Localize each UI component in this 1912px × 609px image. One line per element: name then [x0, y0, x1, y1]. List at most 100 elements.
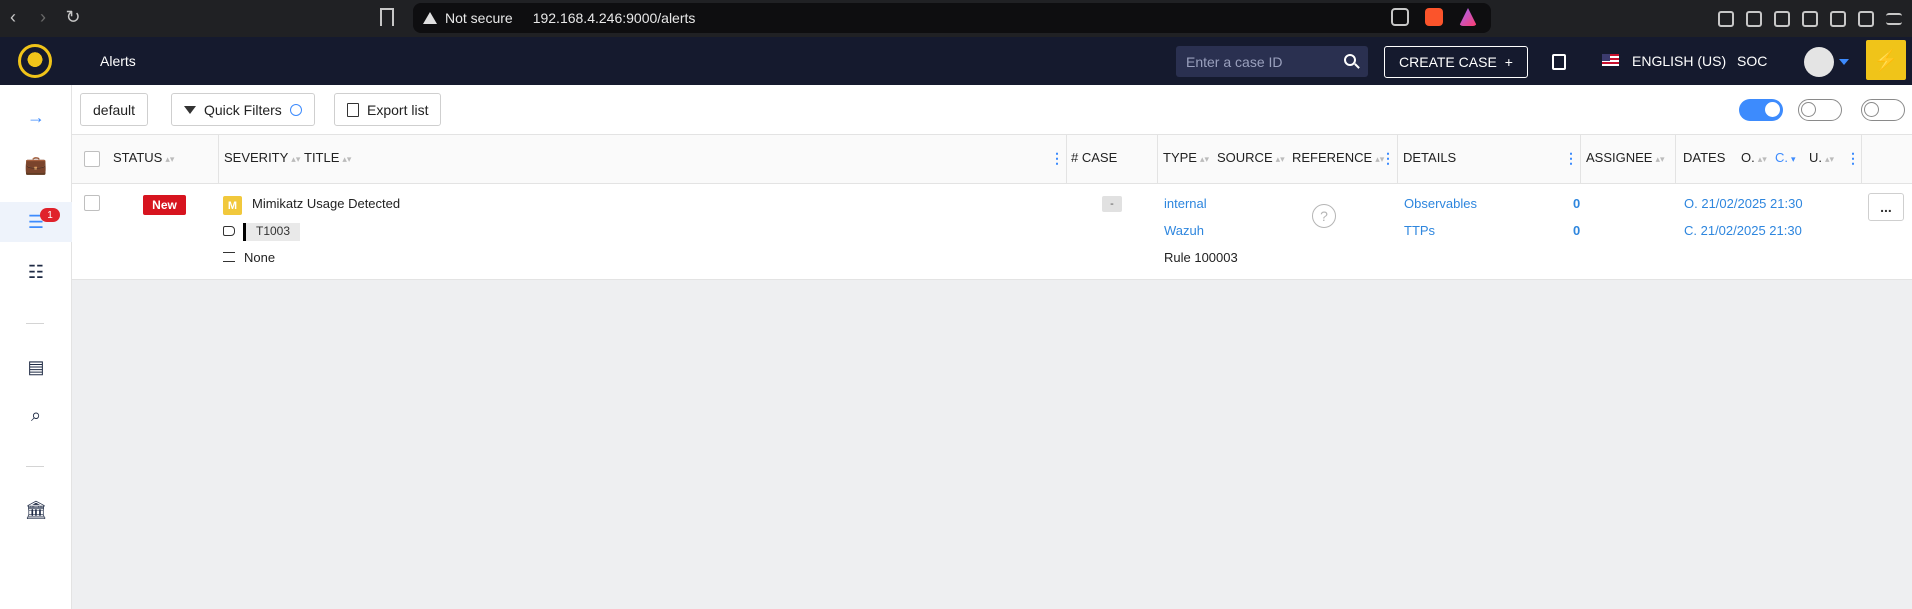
toggle-knob: [1801, 102, 1816, 117]
create-case-label: CREATE CASE: [1399, 54, 1497, 70]
vpn-icon[interactable]: [1858, 10, 1874, 27]
severity-badge: M: [223, 196, 242, 215]
auto-refresh-toggle[interactable]: [1739, 99, 1783, 121]
column-dates: DATES: [1683, 150, 1726, 165]
address-bar[interactable]: Not secure 192.168.4.246:9000/alerts: [413, 3, 1491, 33]
arrow-right-icon: →: [27, 106, 45, 127]
page-title: Alerts: [100, 53, 136, 69]
row-checkbox[interactable]: [84, 195, 100, 211]
observables-link[interactable]: Observables: [1404, 196, 1477, 211]
column-assignee[interactable]: ASSIGNEE ▴▾: [1586, 150, 1665, 165]
unassigned-icon[interactable]: ?: [1312, 204, 1336, 228]
reload-icon[interactable]: ↻: [60, 7, 86, 28]
wallet-icon[interactable]: [1802, 10, 1818, 27]
sidebar-toggle-icon[interactable]: [1774, 10, 1790, 27]
column-menu-icon[interactable]: ⋮: [1564, 150, 1578, 167]
filter-panel-toggle[interactable]: [1861, 99, 1905, 121]
column-details[interactable]: DETAILS: [1403, 150, 1456, 165]
language-selector[interactable]: ENGLISH (US): [1632, 53, 1726, 69]
plus-icon: +: [1504, 54, 1513, 70]
tag-pill[interactable]: T1003: [243, 223, 301, 241]
brave-shields-icon[interactable]: [1425, 8, 1443, 26]
table-row[interactable]: New M Mimikatz Usage Detected T1003 None…: [72, 184, 1912, 280]
sidebar-item-alerts[interactable]: ☰ 1: [0, 202, 72, 242]
column-dates-updated[interactable]: U. ▴▾: [1809, 150, 1834, 165]
documentation-icon[interactable]: [1552, 54, 1566, 70]
warning-icon: [423, 12, 437, 24]
row-actions-button[interactable]: ...: [1868, 193, 1904, 221]
column-status[interactable]: STATUS ▴▾: [113, 150, 174, 165]
filter-preset-button[interactable]: default: [80, 93, 149, 126]
ttps-count[interactable]: 0: [1573, 223, 1580, 238]
column-type[interactable]: TYPE ▴▾: [1163, 150, 1209, 165]
security-label: Not secure: [445, 10, 513, 26]
sidebar: → 💼 ☰ 1 ☷ ▤ ⌕ 🏛: [0, 85, 72, 609]
url-text: 192.168.4.246:9000/alerts: [532, 10, 696, 26]
app-header: [0, 37, 1912, 85]
chevron-down-icon: [289, 103, 302, 116]
tag-icon: [223, 226, 235, 236]
forward-icon[interactable]: ›: [30, 7, 56, 28]
quick-filters-button[interactable]: Quick Filters: [171, 93, 315, 126]
column-title[interactable]: TITLE ▴▾: [304, 150, 351, 165]
column-dates-created[interactable]: C. ▾: [1775, 150, 1796, 165]
alert-source[interactable]: Wazuh: [1164, 223, 1204, 238]
alert-title[interactable]: Mimikatz Usage Detected: [252, 196, 400, 211]
case-search: [1176, 46, 1368, 77]
search-icon: ⌕: [30, 404, 42, 425]
extensions-icon[interactable]: [1718, 10, 1734, 27]
column-dates-occurred[interactable]: O. ▴▾: [1741, 150, 1767, 165]
sidebar-divider: [26, 323, 44, 324]
briefcase-icon: 💼: [24, 154, 48, 175]
occurred-date: O. 21/02/2025 21:30: [1684, 196, 1803, 211]
tasks-icon: ☷: [27, 261, 45, 282]
case-id-input[interactable]: [1186, 53, 1336, 70]
music-icon[interactable]: [1746, 10, 1762, 27]
leo-ai-icon[interactable]: [1830, 10, 1846, 27]
create-case-button[interactable]: CREATE CASE +: [1384, 46, 1528, 78]
chevron-down-icon[interactable]: [1839, 59, 1849, 65]
column-menu-icon[interactable]: ⋮: [1846, 150, 1860, 167]
bolt-icon: ⚡: [1873, 49, 1899, 72]
back-icon[interactable]: ‹: [0, 7, 26, 28]
sidebar-item-expand[interactable]: →: [0, 97, 72, 137]
alert-type[interactable]: internal: [1164, 196, 1207, 211]
sidebar-item-search[interactable]: ⌕: [0, 395, 72, 435]
column-menu-icon[interactable]: ⋮: [1050, 150, 1064, 167]
toggle-knob: [1864, 102, 1879, 117]
column-menu-icon[interactable]: ⋮: [1381, 150, 1395, 167]
search-icon[interactable]: [1344, 54, 1356, 66]
column-source[interactable]: SOURCE ▴▾: [1217, 150, 1285, 165]
view-toggle[interactable]: [1798, 99, 1842, 121]
export-list-button[interactable]: Export list: [334, 93, 442, 126]
sidebar-divider: [26, 466, 44, 467]
table-header: STATUS ▴▾ SEVERITY ▴▾ TITLE ▴▾ ⋮ # CASE TYP…: [72, 135, 1912, 184]
ttps-link[interactable]: TTPs: [1404, 223, 1435, 238]
select-all-checkbox[interactable]: [84, 151, 100, 167]
sidebar-item-dashboards[interactable]: ▤: [0, 347, 72, 387]
column-reference[interactable]: REFERENCE ▴▾: [1292, 150, 1384, 165]
bookmark-icon[interactable]: [380, 8, 394, 26]
browser-toolbar: ‹ › ↻ Not secure 192.168.4.246:9000/aler…: [0, 0, 1912, 37]
column-severity[interactable]: SEVERITY ▴▾: [224, 150, 300, 165]
alerts-toolbar: default Quick Filters Export list: [72, 85, 1912, 135]
organisation-selector[interactable]: SOC: [1737, 53, 1767, 69]
created-date: C. 21/02/2025 21:30: [1684, 223, 1802, 238]
menu-icon[interactable]: [1886, 12, 1902, 25]
quick-filters-label: Quick Filters: [204, 101, 282, 118]
quick-actions-button[interactable]: ⚡: [1866, 40, 1906, 80]
filter-icon: [184, 105, 196, 114]
sidebar-item-cases[interactable]: 💼: [0, 145, 72, 185]
column-case[interactable]: # CASE: [1071, 150, 1117, 165]
export-icon: [347, 102, 359, 117]
thehive-logo[interactable]: [18, 44, 52, 78]
us-flag-icon: [1602, 54, 1619, 66]
user-avatar[interactable]: [1804, 47, 1834, 77]
sidebar-item-tasks[interactable]: ☷: [0, 252, 72, 292]
observables-count[interactable]: 0: [1573, 196, 1580, 211]
institution-icon: 🏛: [24, 499, 48, 520]
share-icon[interactable]: [1391, 8, 1409, 26]
sidebar-item-organisation[interactable]: 🏛: [0, 490, 72, 530]
brave-rewards-icon[interactable]: [1459, 8, 1477, 26]
custom-fields-icon: [223, 252, 235, 262]
